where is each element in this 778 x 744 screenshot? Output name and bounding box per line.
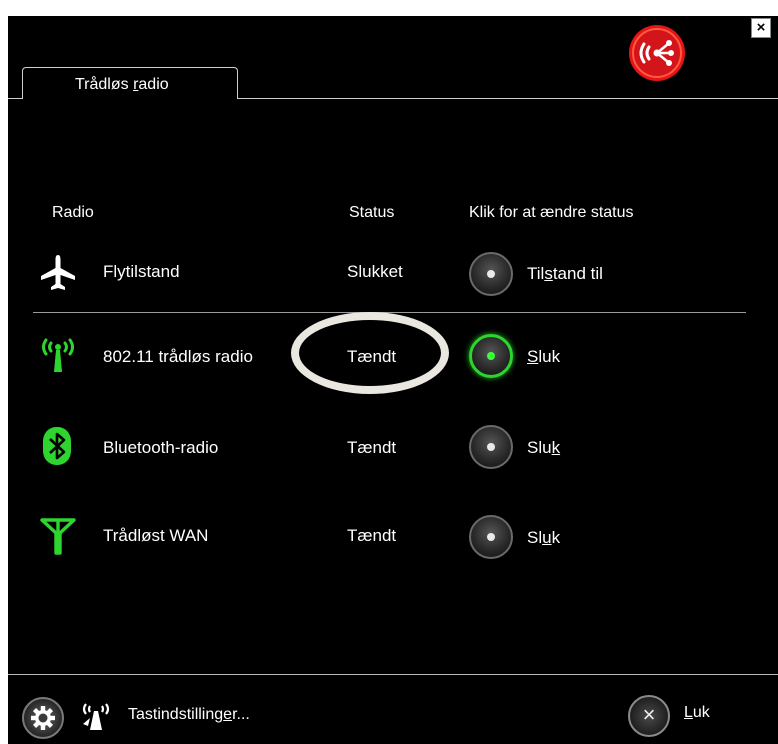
toggle-indicator-dot (487, 352, 495, 360)
tab-border-right (237, 98, 778, 99)
wan-antenna-icon (40, 518, 76, 555)
status-bluetooth: Tændt (347, 438, 397, 457)
toggle-indicator-dot (487, 270, 495, 278)
highlight-ellipse (291, 312, 449, 394)
tab-wireless-radio[interactable]: Trådløs radio (22, 67, 238, 99)
tab-border-left (8, 98, 23, 99)
close-window-button[interactable]: × (751, 18, 771, 38)
status-wan: Tændt (347, 526, 397, 545)
footer-divider (8, 674, 778, 675)
bluetooth-icon (43, 427, 71, 465)
action-80211-label[interactable]: Sluk (527, 347, 560, 367)
action-wan-label[interactable]: Sluk (527, 528, 560, 548)
key-settings-link[interactable]: Tastindstillinger... (128, 706, 250, 724)
column-header-status: Status (349, 204, 395, 221)
close-link[interactable]: Luk (684, 704, 710, 722)
status-airplane-mode: Slukket (347, 262, 403, 281)
antenna-settings-icon (82, 703, 110, 730)
action-airplane-mode-label[interactable]: Tilstand til (527, 264, 603, 284)
close-x-button[interactable]: × (628, 695, 670, 737)
radio-name-80211: 802.11 trådløs radio (103, 347, 253, 366)
column-header-action: Klik for at ændre status (469, 204, 634, 221)
radio-name-airplane-mode: Flytilstand (103, 262, 180, 281)
column-header-radio: Radio (52, 204, 94, 221)
wireless-broadcast-logo-icon (629, 25, 685, 81)
settings-gear-button[interactable] (22, 697, 64, 739)
toggle-indicator-dot (487, 443, 495, 451)
wifi-antenna-icon (42, 338, 74, 372)
action-bluetooth-label[interactable]: Sluk (527, 438, 560, 458)
toggle-bluetooth-button[interactable] (469, 425, 513, 469)
airplane-icon (41, 255, 75, 290)
gear-icon (31, 706, 55, 730)
radio-name-wan: Trådløst WAN (103, 526, 209, 545)
toggle-80211-button[interactable] (469, 334, 513, 378)
tab-wireless-radio-label: Trådløs radio (75, 76, 169, 93)
toggle-airplane-mode-button[interactable] (469, 252, 513, 296)
toggle-wan-button[interactable] (469, 515, 513, 559)
radio-name-bluetooth: Bluetooth-radio (103, 438, 219, 457)
toggle-indicator-dot (487, 533, 495, 541)
